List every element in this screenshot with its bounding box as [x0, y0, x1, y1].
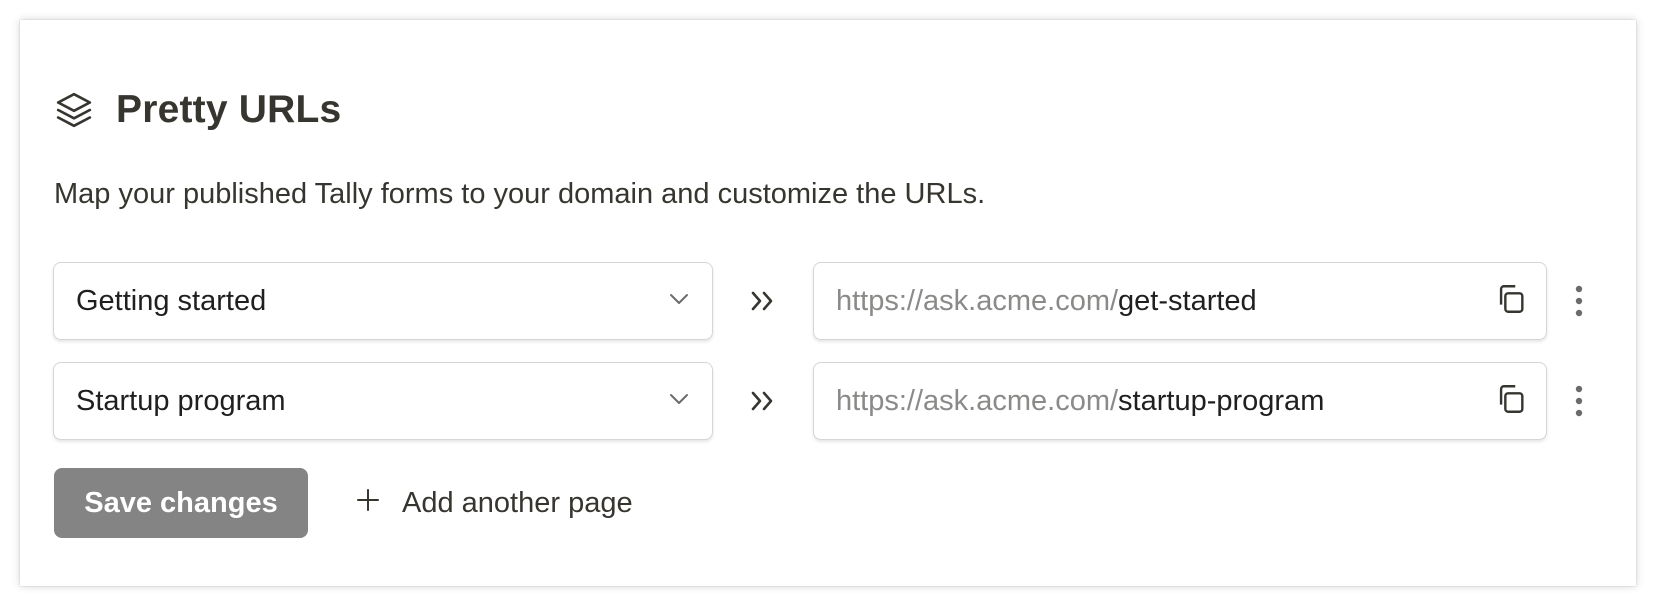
add-page-label: Add another page	[402, 486, 633, 519]
section-title: Pretty URLs	[116, 88, 342, 131]
url-slug[interactable]: get-started	[1118, 285, 1257, 317]
url-slug[interactable]: startup-program	[1118, 385, 1324, 417]
more-options-icon[interactable]	[1547, 285, 1611, 317]
section-description: Map your published Tally forms to your d…	[54, 178, 986, 210]
form-select-value: Startup program	[76, 384, 286, 417]
form-select[interactable]: Startup program	[53, 362, 713, 440]
double-chevron-right-icon	[713, 289, 813, 313]
url-input[interactable]: https://ask.acme.com/startup-program	[813, 362, 1547, 440]
form-select[interactable]: Getting started	[53, 262, 713, 340]
form-select-value: Getting started	[76, 284, 267, 317]
layers-icon	[54, 90, 94, 130]
copy-icon[interactable]	[1494, 382, 1528, 421]
pretty-urls-card: Pretty URLs Map your published Tally for…	[20, 20, 1636, 586]
form-actions: Save changes Add another page	[54, 468, 633, 538]
chevron-down-icon	[668, 392, 690, 411]
url-prefix: https://ask.acme.com/	[836, 284, 1119, 317]
mapping-row: Getting started https://ask.acme.com/get…	[53, 262, 1611, 340]
url-prefix: https://ask.acme.com/	[836, 384, 1119, 417]
section-header: Pretty URLs	[54, 88, 341, 132]
save-button[interactable]: Save changes	[54, 468, 308, 538]
plus-icon	[356, 487, 380, 520]
mapping-row: Startup program https://ask.acme.com/sta…	[53, 362, 1611, 440]
add-page-button[interactable]: Add another page	[356, 487, 633, 520]
copy-icon[interactable]	[1494, 282, 1528, 321]
more-options-icon[interactable]	[1547, 385, 1611, 417]
chevron-down-icon	[668, 292, 690, 311]
double-chevron-right-icon	[713, 389, 813, 413]
url-input[interactable]: https://ask.acme.com/get-started	[813, 262, 1547, 340]
